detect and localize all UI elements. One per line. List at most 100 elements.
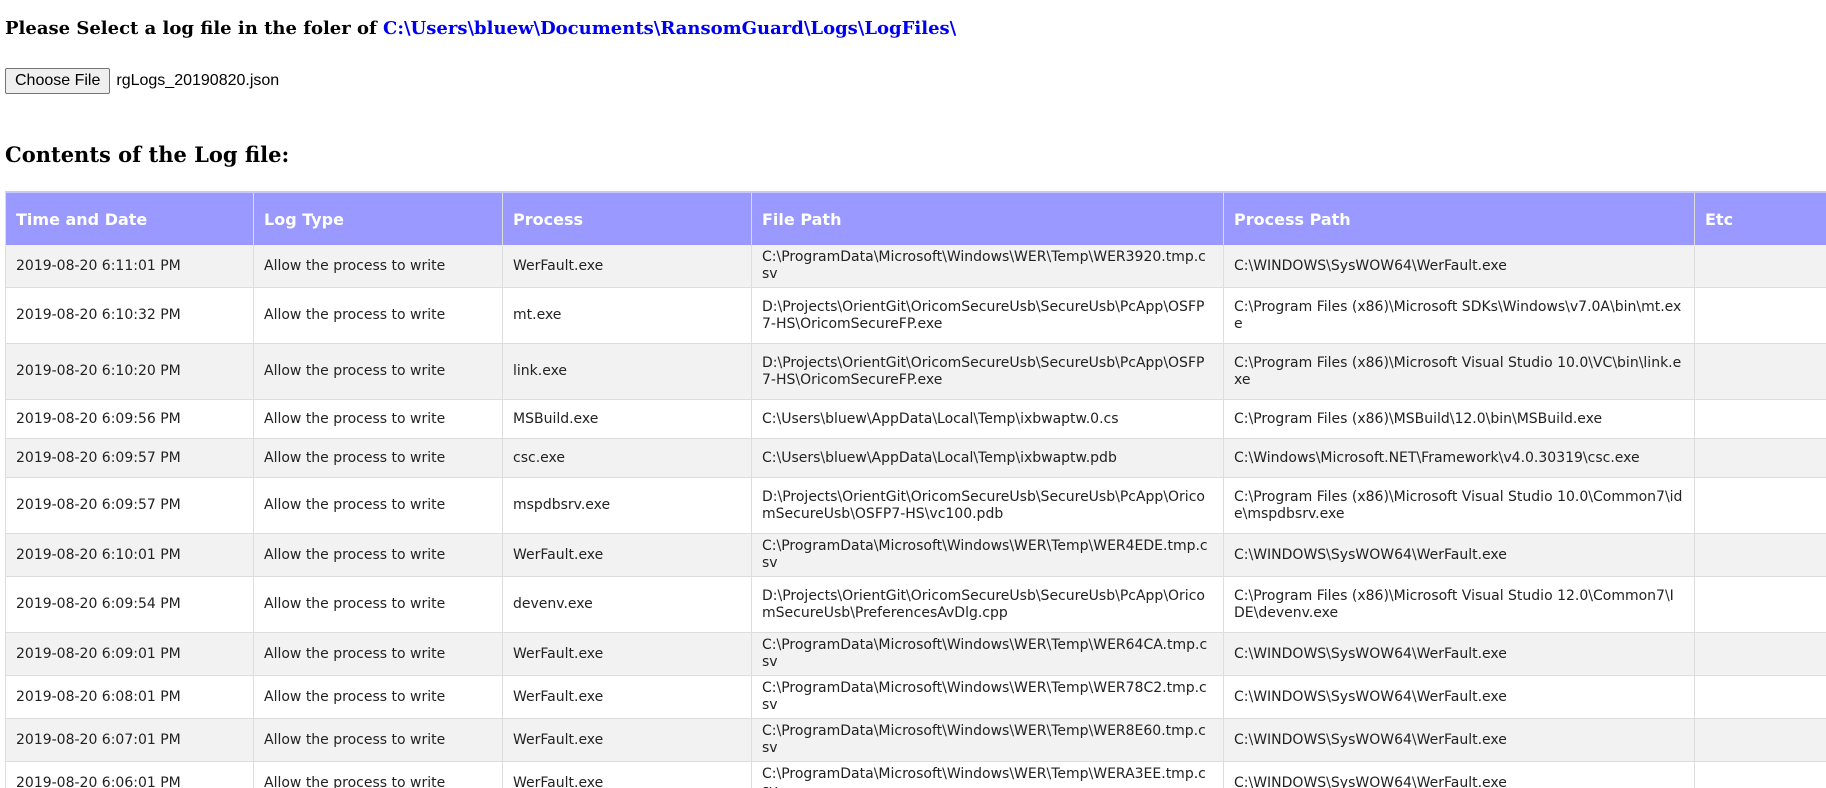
cell-process-path: C:\WINDOWS\SysWOW64\WerFault.exe: [1223, 675, 1695, 719]
cell-file-path: C:\Users\bluew\AppData\Local\Temp\ixbwap…: [751, 399, 1224, 439]
cell-time: 2019-08-20 6:08:01 PM: [5, 675, 254, 719]
cell-process: mt.exe: [502, 287, 752, 344]
cell-file-path: C:\ProgramData\Microsoft\Windows\WER\Tem…: [751, 718, 1224, 762]
cell-log-type: Allow the process to write: [253, 343, 503, 400]
cell-process-path: C:\WINDOWS\SysWOW64\WerFault.exe: [1223, 761, 1695, 788]
cell-log-type: Allow the process to write: [253, 245, 503, 288]
cell-log-type: Allow the process to write: [253, 576, 503, 633]
table-row: 2019-08-20 6:07:01 PM Allow the process …: [5, 718, 1826, 762]
cell-process: WerFault.exe: [502, 718, 752, 762]
cell-process: WerFault.exe: [502, 632, 752, 676]
cell-file-path: C:\ProgramData\Microsoft\Windows\WER\Tem…: [751, 632, 1224, 676]
selected-file-name: rgLogs_20190820.json: [116, 72, 280, 89]
cell-time: 2019-08-20 6:07:01 PM: [5, 718, 254, 762]
cell-etc: [1694, 399, 1826, 439]
cell-etc: [1694, 718, 1826, 762]
cell-etc: [1694, 533, 1826, 577]
cell-process: WerFault.exe: [502, 533, 752, 577]
table-row: 2019-08-20 6:09:57 PM Allow the process …: [5, 477, 1826, 534]
cell-process-path: C:\WINDOWS\SysWOW64\WerFault.exe: [1223, 245, 1695, 288]
table-row: 2019-08-20 6:06:01 PM Allow the process …: [5, 761, 1826, 788]
table-row: 2019-08-20 6:09:56 PM Allow the process …: [5, 399, 1826, 439]
log-folder-path: C:\Users\bluew\Documents\RansomGuard\Log…: [383, 18, 957, 39]
cell-etc: [1694, 477, 1826, 534]
cell-log-type: Allow the process to write: [253, 533, 503, 577]
cell-etc: [1694, 675, 1826, 719]
cell-process-path: C:\Program Files (x86)\MSBuild\12.0\bin\…: [1223, 399, 1695, 439]
cell-process-path: C:\WINDOWS\SysWOW64\WerFault.exe: [1223, 632, 1695, 676]
cell-log-type: Allow the process to write: [253, 287, 503, 344]
cell-etc: [1694, 761, 1826, 788]
cell-etc: [1694, 632, 1826, 676]
cell-time: 2019-08-20 6:10:32 PM: [5, 287, 254, 344]
cell-process-path: C:\Program Files (x86)\Microsoft Visual …: [1223, 576, 1695, 633]
column-header-process: Process: [502, 191, 752, 245]
table-row: 2019-08-20 6:09:57 PM Allow the process …: [5, 438, 1826, 478]
cell-time: 2019-08-20 6:09:01 PM: [5, 632, 254, 676]
cell-file-path: D:\Projects\OrientGit\OricomSecureUsb\Se…: [751, 477, 1224, 534]
choose-file-button[interactable]: Choose File: [5, 68, 111, 94]
cell-log-type: Allow the process to write: [253, 399, 503, 439]
cell-log-type: Allow the process to write: [253, 761, 503, 788]
log-table-container[interactable]: Time and Date Log Type Process File Path…: [5, 191, 1826, 788]
cell-process: csc.exe: [502, 438, 752, 478]
column-header-time: Time and Date: [5, 191, 254, 245]
cell-etc: [1694, 245, 1826, 288]
cell-time: 2019-08-20 6:09:57 PM: [5, 477, 254, 534]
file-input[interactable]: Choose File rgLogs_20190820.json: [5, 68, 279, 94]
cell-time: 2019-08-20 6:06:01 PM: [5, 761, 254, 788]
cell-process-path: C:\Program Files (x86)\Microsoft Visual …: [1223, 477, 1695, 534]
cell-time: 2019-08-20 6:11:01 PM: [5, 245, 254, 288]
table-row: 2019-08-20 6:09:01 PM Allow the process …: [5, 632, 1826, 676]
table-row: 2019-08-20 6:08:01 PM Allow the process …: [5, 675, 1826, 719]
cell-log-type: Allow the process to write: [253, 675, 503, 719]
cell-log-type: Allow the process to write: [253, 438, 503, 478]
cell-file-path: C:\ProgramData\Microsoft\Windows\WER\Tem…: [751, 533, 1224, 577]
cell-process: mspdbsrv.exe: [502, 477, 752, 534]
cell-file-path: C:\Users\bluew\AppData\Local\Temp\ixbwap…: [751, 438, 1224, 478]
cell-log-type: Allow the process to write: [253, 477, 503, 534]
cell-process-path: C:\Program Files (x86)\Microsoft Visual …: [1223, 343, 1695, 400]
cell-etc: [1694, 438, 1826, 478]
contents-heading: Contents of the Log file:: [5, 142, 290, 167]
cell-time: 2019-08-20 6:10:20 PM: [5, 343, 254, 400]
instruction-text: Please Select a log file in the foler of…: [5, 18, 956, 39]
table-header-row: Time and Date Log Type Process File Path…: [5, 191, 1826, 245]
column-header-file-path: File Path: [751, 191, 1224, 245]
cell-file-path: D:\Projects\OrientGit\OricomSecureUsb\Se…: [751, 287, 1224, 344]
cell-process: WerFault.exe: [502, 245, 752, 288]
cell-file-path: C:\ProgramData\Microsoft\Windows\WER\Tem…: [751, 761, 1224, 788]
column-header-etc: Etc: [1694, 191, 1826, 245]
cell-etc: [1694, 343, 1826, 400]
cell-process-path: C:\Program Files (x86)\Microsoft SDKs\Wi…: [1223, 287, 1695, 344]
cell-process-path: C:\WINDOWS\SysWOW64\WerFault.exe: [1223, 533, 1695, 577]
cell-time: 2019-08-20 6:09:56 PM: [5, 399, 254, 439]
cell-process: WerFault.exe: [502, 675, 752, 719]
cell-log-type: Allow the process to write: [253, 632, 503, 676]
cell-time: 2019-08-20 6:09:57 PM: [5, 438, 254, 478]
table-row: 2019-08-20 6:10:20 PM Allow the process …: [5, 343, 1826, 400]
cell-process: devenv.exe: [502, 576, 752, 633]
cell-process: WerFault.exe: [502, 761, 752, 788]
cell-file-path: D:\Projects\OrientGit\OricomSecureUsb\Se…: [751, 576, 1224, 633]
column-header-process-path: Process Path: [1223, 191, 1695, 245]
cell-file-path: C:\ProgramData\Microsoft\Windows\WER\Tem…: [751, 675, 1224, 719]
cell-process-path: C:\Windows\Microsoft.NET\Framework\v4.0.…: [1223, 438, 1695, 478]
cell-etc: [1694, 576, 1826, 633]
instruction-prefix: Please Select a log file in the foler of: [5, 18, 384, 39]
table-row: 2019-08-20 6:10:01 PM Allow the process …: [5, 533, 1826, 577]
cell-process-path: C:\WINDOWS\SysWOW64\WerFault.exe: [1223, 718, 1695, 762]
cell-process: MSBuild.exe: [502, 399, 752, 439]
column-header-log-type: Log Type: [253, 191, 503, 245]
table-row: 2019-08-20 6:10:32 PM Allow the process …: [5, 287, 1826, 344]
cell-file-path: D:\Projects\OrientGit\OricomSecureUsb\Se…: [751, 343, 1224, 400]
cell-time: 2019-08-20 6:09:54 PM: [5, 576, 254, 633]
cell-file-path: C:\ProgramData\Microsoft\Windows\WER\Tem…: [751, 245, 1224, 288]
cell-etc: [1694, 287, 1826, 344]
cell-time: 2019-08-20 6:10:01 PM: [5, 533, 254, 577]
log-table: Time and Date Log Type Process File Path…: [5, 191, 1826, 788]
cell-process: link.exe: [502, 343, 752, 400]
table-row: 2019-08-20 6:09:54 PM Allow the process …: [5, 576, 1826, 633]
cell-log-type: Allow the process to write: [253, 718, 503, 762]
table-row: 2019-08-20 6:11:01 PM Allow the process …: [5, 245, 1826, 288]
